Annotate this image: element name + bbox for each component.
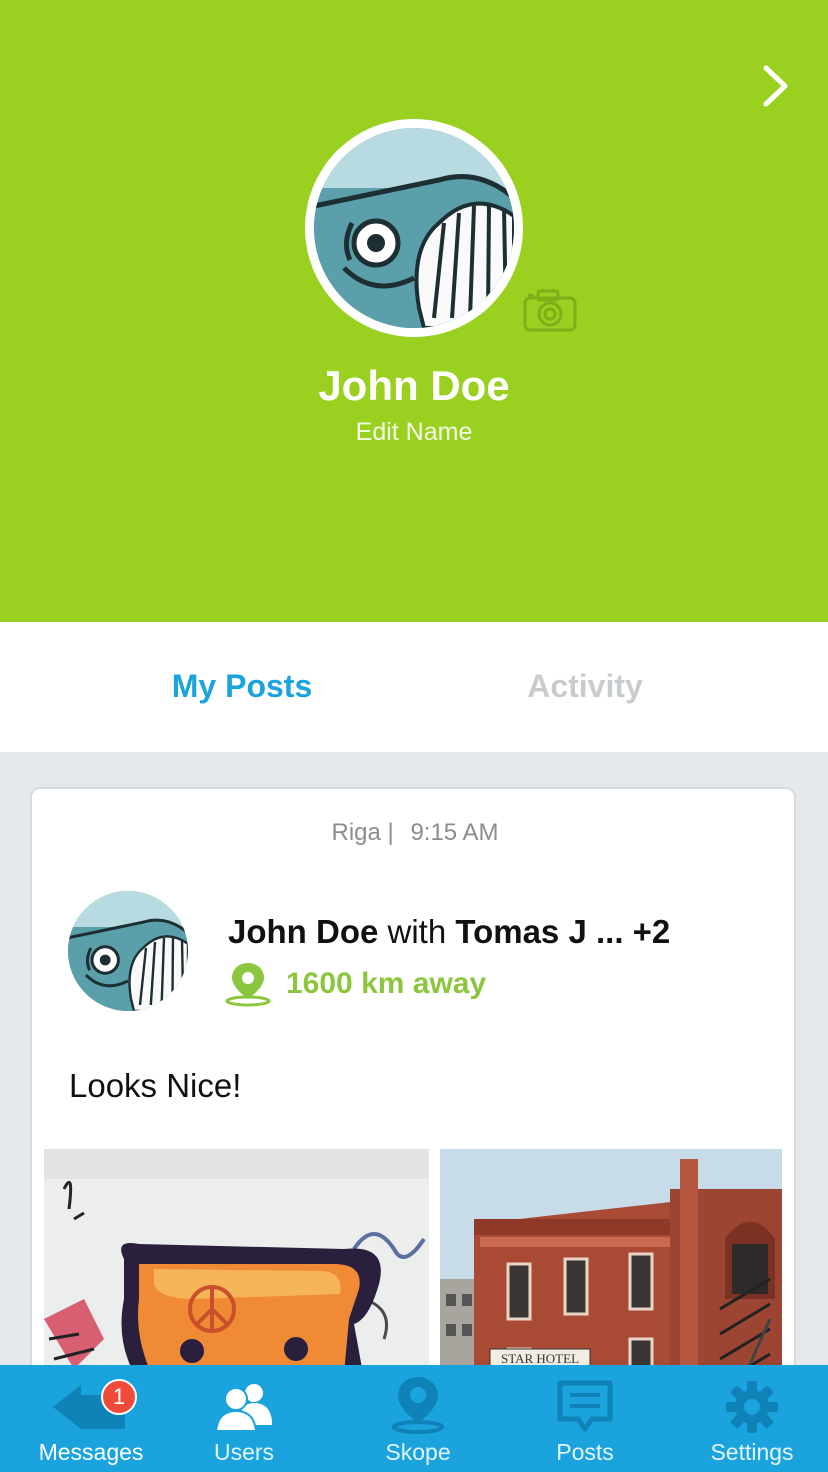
- profile-tabs: My Posts Activity: [0, 622, 828, 752]
- post-with-word: with: [387, 913, 447, 950]
- post-author-line: John Doe with Tomas J ... +2: [228, 913, 670, 951]
- post-text: Looks Nice!: [69, 1067, 242, 1104]
- tab-posts-label: Posts: [556, 1439, 614, 1465]
- change-photo-button[interactable]: [522, 288, 578, 334]
- tab-posts[interactable]: Posts: [535, 1365, 635, 1472]
- messages-badge: 1: [101, 1379, 137, 1415]
- tab-activity[interactable]: Activity: [343, 668, 827, 705]
- hotel-sign-text: STAR HOTEL: [501, 1351, 579, 1366]
- whale-avatar-image: [314, 128, 514, 328]
- next-button[interactable]: [750, 58, 800, 114]
- profile-name: John Doe: [318, 362, 510, 409]
- post-author-name[interactable]: John Doe: [228, 913, 378, 950]
- tab-settings[interactable]: Settings: [700, 1365, 804, 1472]
- post-author-avatar[interactable]: [68, 891, 188, 1011]
- whale-avatar-image: [68, 891, 188, 1011]
- tab-settings-label: Settings: [710, 1439, 794, 1465]
- bottom-tab-bar: 1 Messages Users Skope Posts Settings: [0, 1365, 828, 1472]
- post-distance: 1600 km away: [224, 961, 486, 1007]
- location-pin-icon: [392, 1377, 444, 1434]
- tab-users[interactable]: Users: [194, 1365, 294, 1472]
- tab-skope[interactable]: Skope: [368, 1365, 468, 1472]
- post-card[interactable]: Riga | 9:15 AM John Doe with Tomas J ...…: [30, 787, 796, 1407]
- chevron-right-icon: [763, 65, 788, 107]
- tab-users-label: Users: [213, 1439, 275, 1465]
- gear-icon: [726, 1381, 778, 1433]
- edit-name-link[interactable]: Edit Name: [0, 418, 828, 447]
- post-meta: Riga | 9:15 AM: [32, 819, 794, 847]
- post-tagged-users[interactable]: Tomas J ... +2: [455, 913, 670, 950]
- post-time: 9:15 AM: [410, 819, 499, 846]
- location-pin-icon: [225, 963, 271, 1007]
- profile-header: John Doe Edit Name: [0, 0, 828, 622]
- profile-avatar[interactable]: [305, 119, 523, 337]
- distance-text: 1600 km away: [286, 967, 487, 1000]
- post-location: Riga |: [331, 819, 394, 846]
- tab-skope-label: Skope: [385, 1439, 451, 1465]
- tab-messages[interactable]: 1 Messages: [30, 1365, 152, 1472]
- camera-icon: [523, 289, 577, 332]
- tab-messages-label: Messages: [38, 1439, 144, 1465]
- users-icon: [214, 1384, 272, 1432]
- posts-icon: [557, 1380, 613, 1432]
